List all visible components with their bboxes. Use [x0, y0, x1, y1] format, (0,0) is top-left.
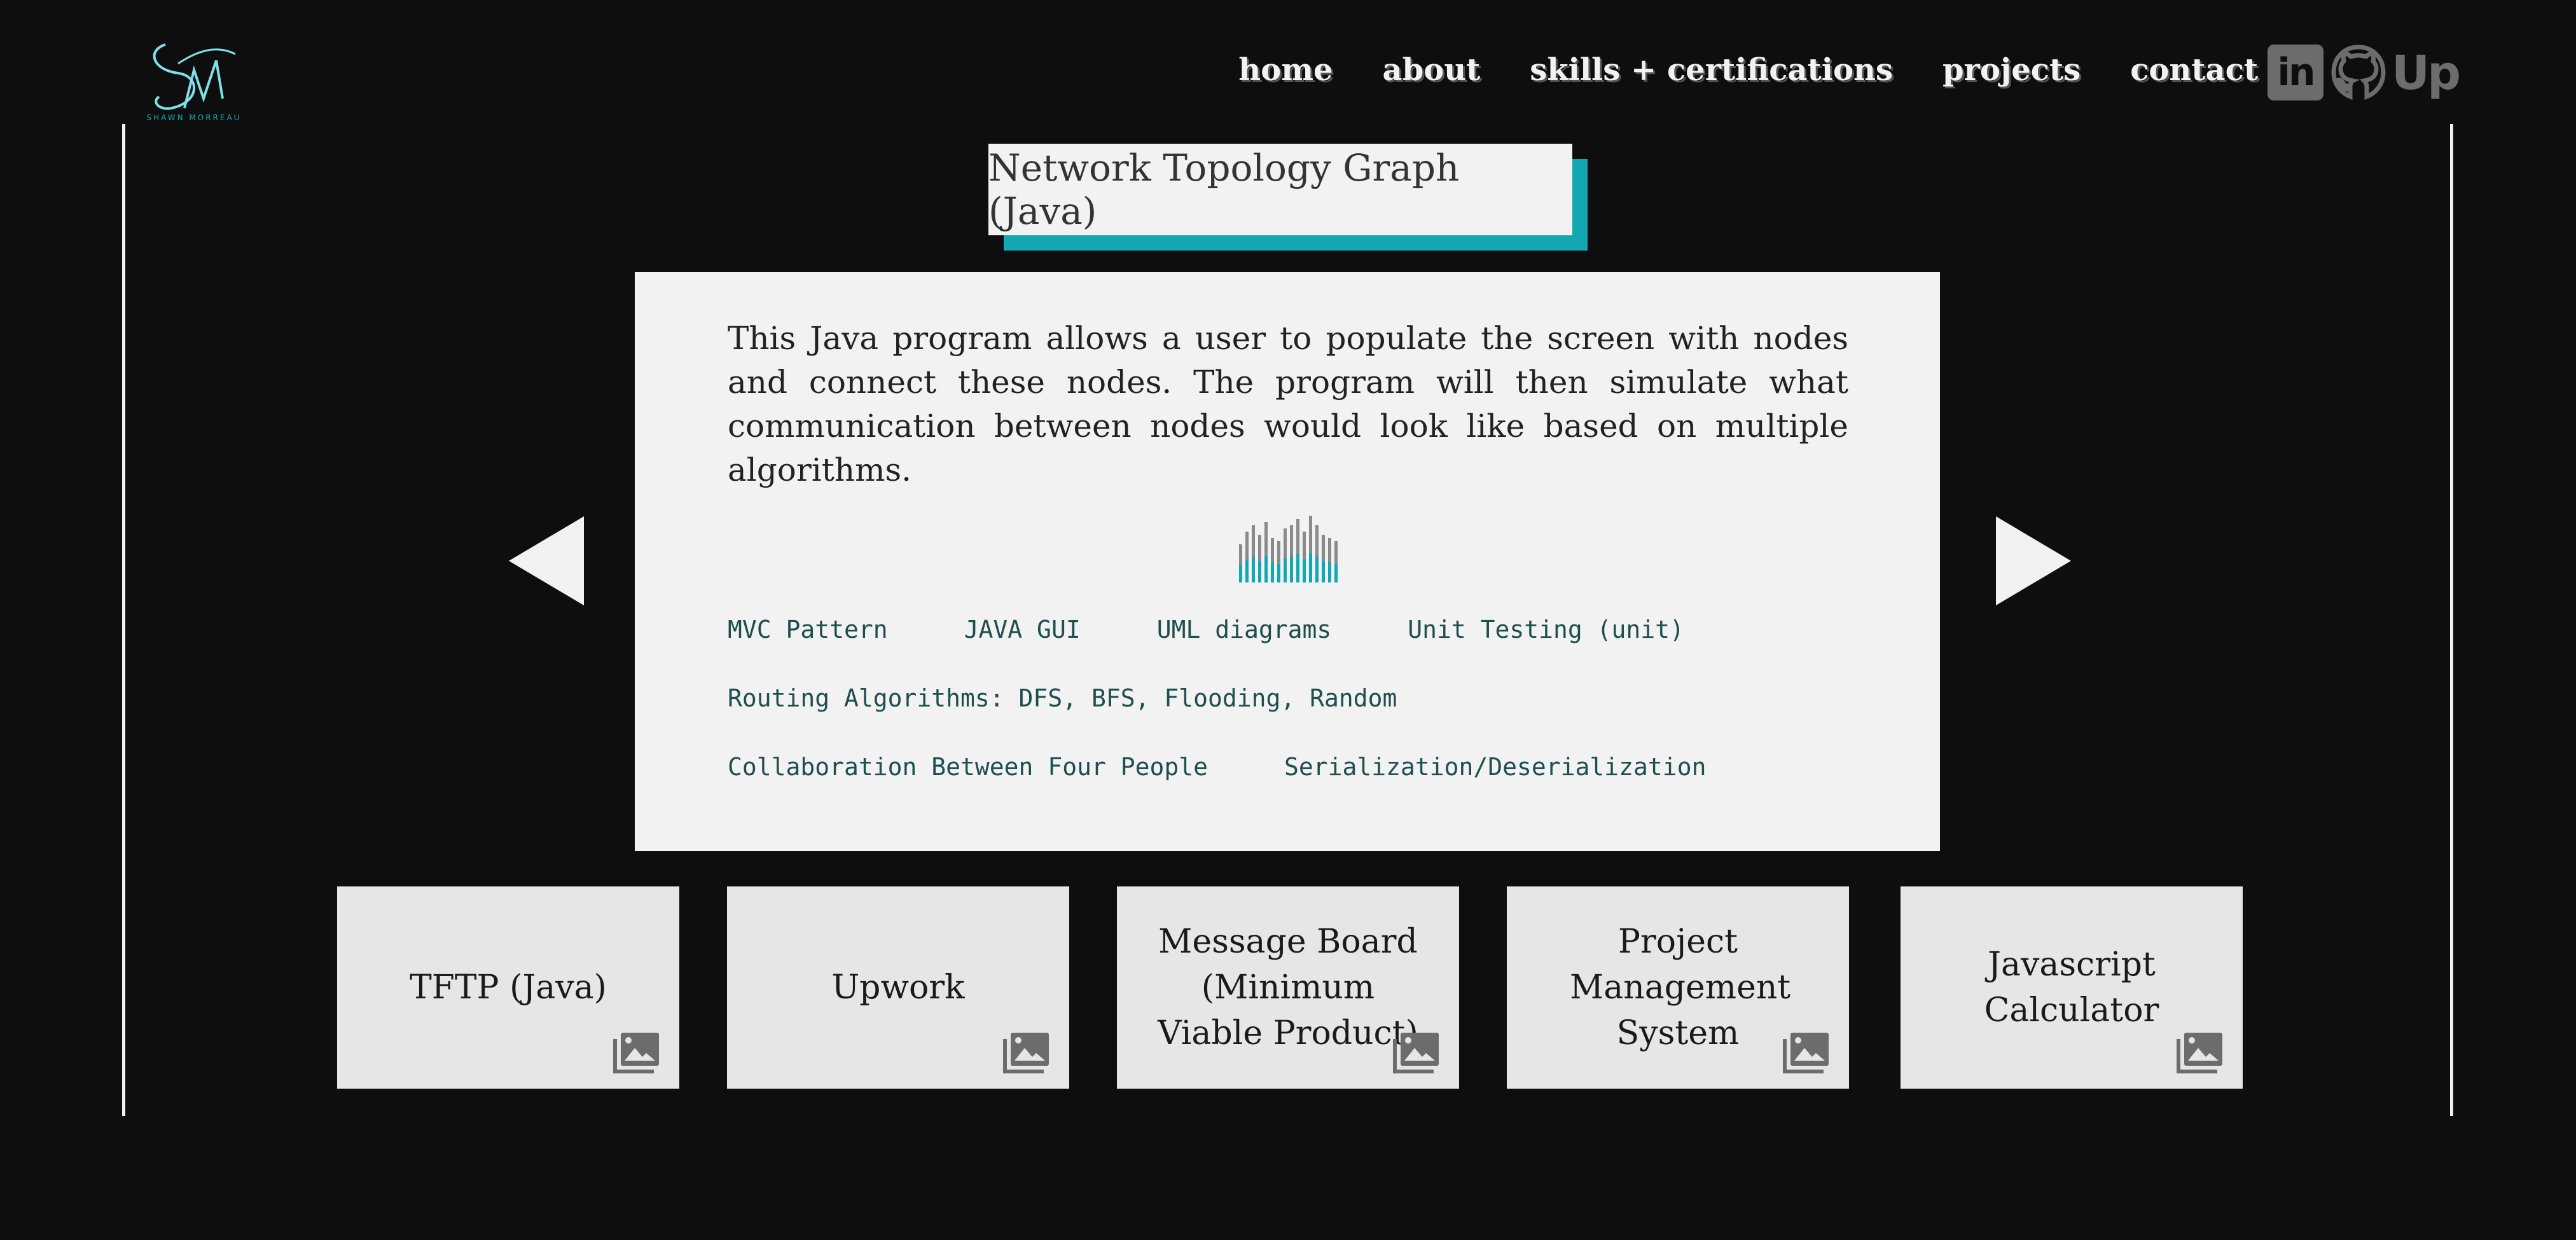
equalizer-bar-top	[1245, 532, 1249, 560]
tag: MVC Pattern	[728, 616, 888, 644]
tag-row: MVC Pattern JAVA GUI UML diagrams Unit T…	[728, 616, 1684, 644]
equalizer-bar-bottom	[1245, 560, 1249, 582]
project-thumbnail[interactable]: Project Management System	[1507, 886, 1849, 1089]
tag: Unit Testing (unit)	[1408, 616, 1684, 644]
equalizer-bar-top	[1315, 525, 1319, 557]
equalizer-bar-top	[1328, 538, 1331, 563]
equalizer-bar-top	[1271, 538, 1274, 563]
equalizer-bar-bottom	[1315, 556, 1319, 582]
equalizer-bar-top	[1296, 519, 1299, 554]
tag-row: Collaboration Between Four People Serial…	[728, 753, 1706, 781]
tag: UML diagrams	[1156, 616, 1332, 644]
gallery-icon	[1003, 1033, 1049, 1073]
equalizer-bar-bottom	[1239, 565, 1242, 582]
nav-contact[interactable]: contact	[2130, 52, 2258, 88]
project-thumbnail[interactable]: Message Board (Minimum Viable Product)	[1117, 886, 1459, 1089]
upwork-icon[interactable]: Up	[2392, 46, 2461, 100]
equalizer-bar-top	[1309, 516, 1312, 553]
equalizer-bar-top	[1334, 541, 1338, 564]
equalizer-bar-bottom	[1334, 563, 1338, 582]
project-thumbnail[interactable]: TFTP (Java)	[337, 886, 679, 1089]
tag: Serialization/Deserialization	[1284, 753, 1707, 781]
equalizer-bar-top	[1277, 541, 1280, 564]
equalizer-bar-bottom	[1277, 563, 1280, 582]
equalizer-bar-bottom	[1264, 555, 1268, 582]
project-title: Network Topology Graph (Java)	[988, 144, 1572, 235]
equalizer-bar-top	[1322, 535, 1325, 561]
equalizer-bar-bottom	[1258, 561, 1261, 582]
equalizer-bar-top	[1239, 544, 1242, 565]
equalizer-bar-bottom	[1303, 560, 1306, 582]
equalizer-bar-top	[1258, 535, 1261, 561]
project-card: This Java program allows a user to popul…	[635, 272, 1940, 851]
project-thumbnail[interactable]: Javascript Calculator	[1901, 886, 2243, 1089]
thumbnail-label: Message Board (Minimum Viable Product)	[1158, 923, 1418, 1052]
equalizer-bar-bottom	[1328, 562, 1331, 582]
left-frame-line	[122, 124, 125, 1116]
equalizer-bar-bottom	[1284, 558, 1287, 582]
equalizer-bar-bottom	[1290, 556, 1293, 582]
gallery-icon	[2177, 1033, 2222, 1073]
thumbnail-label: TFTP (Java)	[410, 968, 607, 1007]
equalizer-bar-bottom	[1296, 554, 1299, 582]
nav-home[interactable]: home	[1238, 52, 1333, 88]
tag-row: Routing Algorithms: DFS, BFS, Flooding, …	[728, 684, 1397, 712]
equalizer-bar-top	[1290, 525, 1293, 557]
equalizer-bar-top	[1284, 528, 1287, 558]
equalizer-bar-bottom	[1252, 556, 1255, 582]
next-arrow-icon[interactable]	[1996, 516, 2071, 605]
equalizer-bar-top	[1303, 532, 1306, 560]
nav-about[interactable]: about	[1383, 52, 1481, 88]
project-thumbnail[interactable]: Upwork	[727, 886, 1069, 1089]
equalizer-bar-top	[1252, 525, 1255, 557]
logo-subtitle: SHAWN MORREAU	[146, 113, 242, 122]
tag: JAVA GUI	[964, 616, 1081, 644]
nav-skills[interactable]: skills + certifications	[1530, 52, 1893, 88]
github-icon[interactable]	[2331, 45, 2386, 102]
nav-projects[interactable]: projects	[1942, 52, 2081, 88]
equalizer-bar-bottom	[1271, 562, 1274, 582]
equalizer-bar-bottom	[1322, 561, 1325, 582]
equalizer-icon	[1239, 516, 1338, 582]
equalizer-bar-bottom	[1309, 552, 1312, 582]
linkedin-icon[interactable]: in	[2268, 45, 2323, 100]
gallery-icon	[1783, 1033, 1829, 1073]
site-logo[interactable]	[140, 25, 248, 127]
thumbnail-label: Upwork	[831, 968, 965, 1007]
previous-arrow-icon[interactable]	[509, 516, 584, 605]
thumbnail-label: Project Management System	[1570, 923, 1791, 1052]
right-frame-line	[2450, 124, 2453, 1116]
main-nav: home about skills + certifications proje…	[1238, 52, 2258, 88]
tag: Routing Algorithms: DFS, BFS, Flooding, …	[728, 684, 1397, 712]
equalizer-bar-top	[1264, 522, 1268, 556]
gallery-icon	[613, 1033, 659, 1073]
tag: Collaboration Between Four People	[728, 753, 1208, 781]
gallery-icon	[1393, 1033, 1439, 1073]
thumbnail-label: Javascript Calculator	[1984, 946, 2159, 1030]
project-description: This Java program allows a user to popul…	[728, 320, 1848, 488]
